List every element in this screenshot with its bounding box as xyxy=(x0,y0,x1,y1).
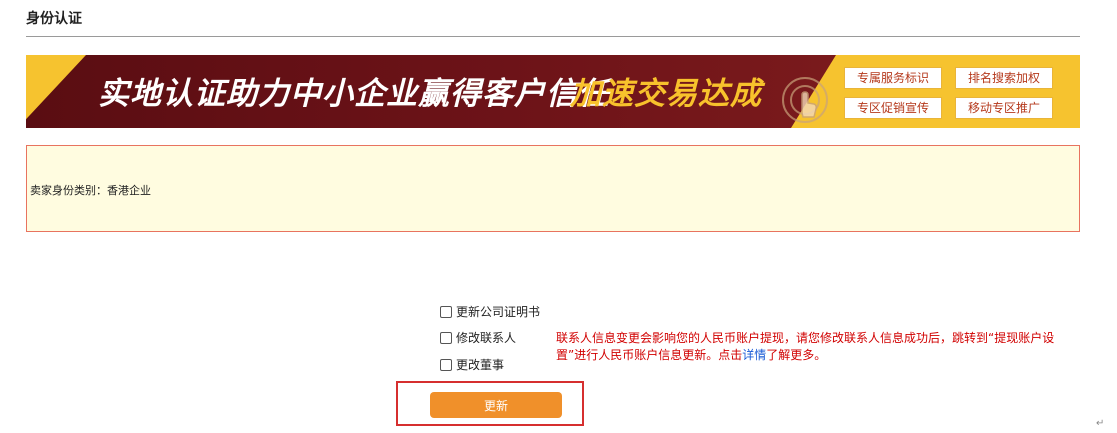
checkbox[interactable] xyxy=(440,358,452,371)
promo-banner[interactable]: 实地认证助力中小企业赢得客户信任 加速交易达成 专属服务标识 排名搜索加权 专区… xyxy=(26,55,1080,128)
identity-info-box: 卖家身份类别：香港企业 xyxy=(26,145,1080,232)
banner-tag-mobile-promotion: 移动专区推广 xyxy=(955,97,1053,119)
option-label: 更新公司证明书 xyxy=(456,305,541,319)
details-link[interactable]: 详情 xyxy=(742,348,766,362)
option-label: 修改联系人 xyxy=(456,331,517,345)
option-label: 更改董事 xyxy=(456,358,505,372)
banner-slogan: 实地认证助力中小企业赢得客户信任 xyxy=(98,76,610,112)
checkbox[interactable] xyxy=(440,305,452,318)
banner-tag-zone-promotion: 专区促销宣传 xyxy=(844,97,942,119)
banner-tag-exclusive-service: 专属服务标识 xyxy=(844,67,942,89)
title-divider xyxy=(26,36,1080,37)
return-mark: ↵ xyxy=(1096,418,1105,429)
update-button[interactable]: 更新 xyxy=(430,392,562,418)
notice-text-tail: 了解更多。 xyxy=(766,348,827,362)
seller-identity-type: 卖家身份类别：香港企业 xyxy=(30,184,151,197)
checkbox[interactable] xyxy=(440,331,452,344)
option-change-director[interactable]: 更改董事 xyxy=(440,356,504,373)
option-modify-contact[interactable]: 修改联系人 xyxy=(440,329,516,346)
contact-change-notice: 联系人信息变更会影响您的人民币账户提现，请您修改联系人信息成功后，跳转到“提现账… xyxy=(556,330,1076,364)
option-update-company-certificate[interactable]: 更新公司证明书 xyxy=(440,303,540,320)
touch-hand-icon xyxy=(782,77,828,123)
page-title: 身份认证 xyxy=(26,11,82,27)
banner-slogan-accent: 加速交易达成 xyxy=(570,76,762,112)
banner-tag-ranking-boost: 排名搜索加权 xyxy=(955,67,1053,89)
